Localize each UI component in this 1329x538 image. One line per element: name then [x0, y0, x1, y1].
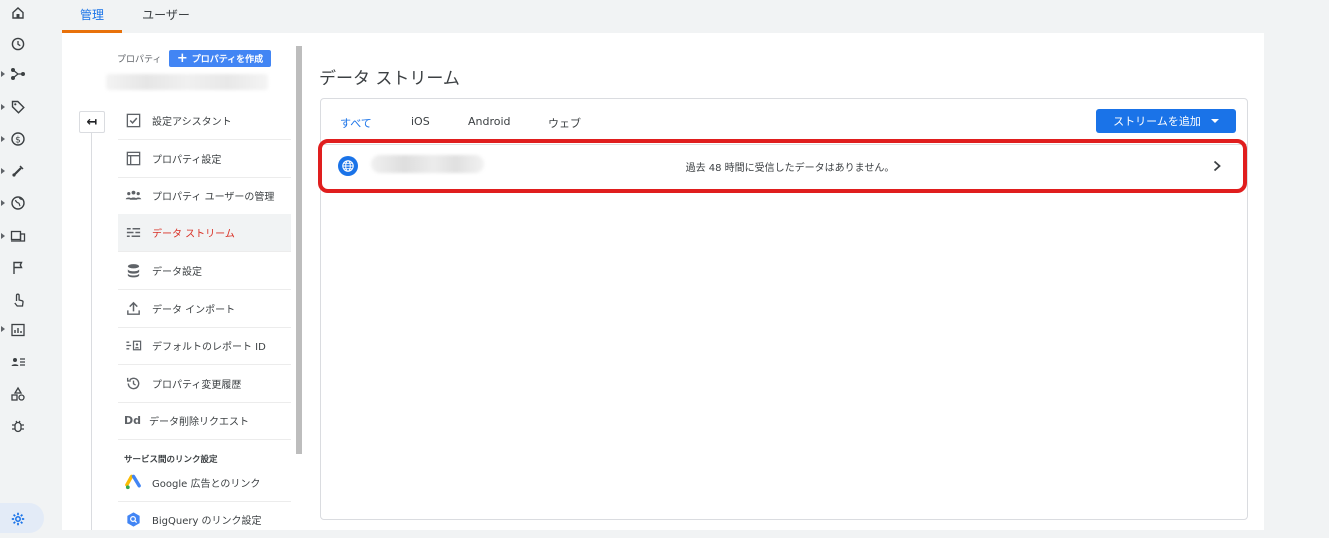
left-rail: $: [0, 0, 44, 533]
nav-item-reporting-id[interactable]: デフォルトのレポート ID: [118, 327, 291, 365]
bigquery-icon: [124, 511, 142, 529]
nav-item-label: Google 広告とのリンク: [152, 479, 261, 490]
flag-icon[interactable]: [10, 260, 26, 276]
plus-icon: +: [176, 51, 188, 66]
audience-icon[interactable]: [10, 354, 26, 370]
nav-item-data-deletion[interactable]: Dd データ削除リクエスト: [118, 402, 291, 440]
nav-item-label: デフォルトのレポート ID: [152, 342, 266, 353]
nav-item-label: データ ストリーム: [152, 229, 235, 240]
expand-arrow-icon[interactable]: [1, 168, 5, 174]
database-icon: [124, 262, 142, 280]
nav-item-property-users[interactable]: プロパティ ユーザーの管理: [118, 177, 291, 215]
nav-item-data-settings[interactable]: データ設定: [118, 252, 291, 290]
nav-item-label: データ インポート: [152, 305, 236, 316]
stream-name-redacted: [371, 155, 484, 173]
svg-text:$: $: [15, 135, 21, 145]
gear-icon[interactable]: [10, 511, 26, 527]
nav-item-label: BigQuery のリンク設定: [152, 516, 262, 527]
create-property-button[interactable]: + プロパティを作成: [169, 50, 271, 67]
nav-item-change-history[interactable]: プロパティ変更履歴: [118, 365, 291, 403]
nav-item-data-streams[interactable]: データ ストリーム: [118, 214, 291, 252]
data-streams-icon: [124, 224, 142, 242]
create-property-label: プロパティを作成: [191, 55, 264, 65]
nav-item-label: データ削除リクエスト: [149, 417, 250, 428]
add-stream-button[interactable]: ストリームを追加: [1096, 109, 1236, 133]
reporting-id-icon: [124, 337, 142, 355]
nav-item-setup-assistant[interactable]: 設定アシスタント: [118, 102, 291, 140]
expand-arrow-icon[interactable]: [1, 136, 5, 142]
expand-arrow-icon[interactable]: [1, 71, 5, 77]
flow-icon[interactable]: [10, 66, 26, 82]
subtab-all[interactable]: すべて: [340, 115, 372, 131]
chevron-right-icon[interactable]: [1210, 157, 1224, 175]
history-icon: [124, 375, 142, 393]
top-tabs: 管理 ユーザー: [62, 0, 1264, 33]
checklist-icon: [124, 112, 142, 130]
nav-item-property-settings[interactable]: プロパティ設定: [118, 140, 291, 178]
tab-user[interactable]: ユーザー: [140, 0, 192, 33]
tab-admin[interactable]: 管理: [62, 0, 122, 33]
nav-item-google-ads-link[interactable]: Google 広告とのリンク: [118, 464, 291, 502]
chevron-down-icon: [1210, 119, 1219, 123]
shapes-icon[interactable]: [10, 386, 26, 402]
web-stream-icon: [338, 156, 358, 176]
subtab-ios[interactable]: iOS: [411, 115, 430, 128]
debug-icon[interactable]: [10, 418, 26, 434]
back-button[interactable]: ↤: [79, 111, 105, 133]
home-icon[interactable]: [10, 5, 26, 21]
globe-icon[interactable]: [10, 195, 26, 211]
devices-icon[interactable]: [10, 228, 26, 244]
nav-item-label: 設定アシスタント: [152, 117, 232, 128]
users-icon: [124, 187, 142, 205]
stream-status-text: 過去 48 時間に受信したデータはありません。: [685, 163, 895, 174]
page-title: データ ストリーム: [319, 69, 460, 89]
nav-guide-line: [91, 133, 92, 530]
expand-arrow-icon[interactable]: [1, 104, 5, 110]
google-ads-icon: [124, 474, 142, 492]
subtab-web[interactable]: ウェブ: [548, 115, 581, 131]
subtab-android[interactable]: Android: [468, 115, 511, 128]
property-label: プロパティ: [117, 55, 162, 65]
expand-arrow-icon[interactable]: [1, 326, 5, 332]
add-stream-label: ストリームを追加: [1113, 115, 1201, 128]
report-icon[interactable]: [10, 322, 26, 338]
nav-item-label: プロパティ変更履歴: [152, 380, 242, 391]
upload-icon: [124, 300, 142, 318]
touch-icon[interactable]: [10, 292, 26, 308]
nav-item-label: プロパティ ユーザーの管理: [152, 192, 275, 203]
property-selector-redacted[interactable]: [106, 74, 268, 90]
data-deletion-icon: Dd: [124, 414, 142, 427]
nav-item-bigquery-link[interactable]: BigQuery のリンク設定: [118, 501, 291, 538]
nav-item-label: プロパティ設定: [152, 155, 222, 166]
clock-icon[interactable]: [10, 36, 26, 52]
nav-item-label: データ設定: [152, 267, 202, 278]
tag-icon[interactable]: [10, 99, 26, 115]
property-settings-icon: [124, 150, 142, 168]
dollar-icon[interactable]: $: [10, 131, 26, 147]
nav-item-data-import[interactable]: データ インポート: [118, 290, 291, 328]
magnet-icon[interactable]: [10, 163, 26, 179]
expand-arrow-icon[interactable]: [1, 233, 5, 239]
expand-arrow-icon[interactable]: [1, 200, 5, 206]
